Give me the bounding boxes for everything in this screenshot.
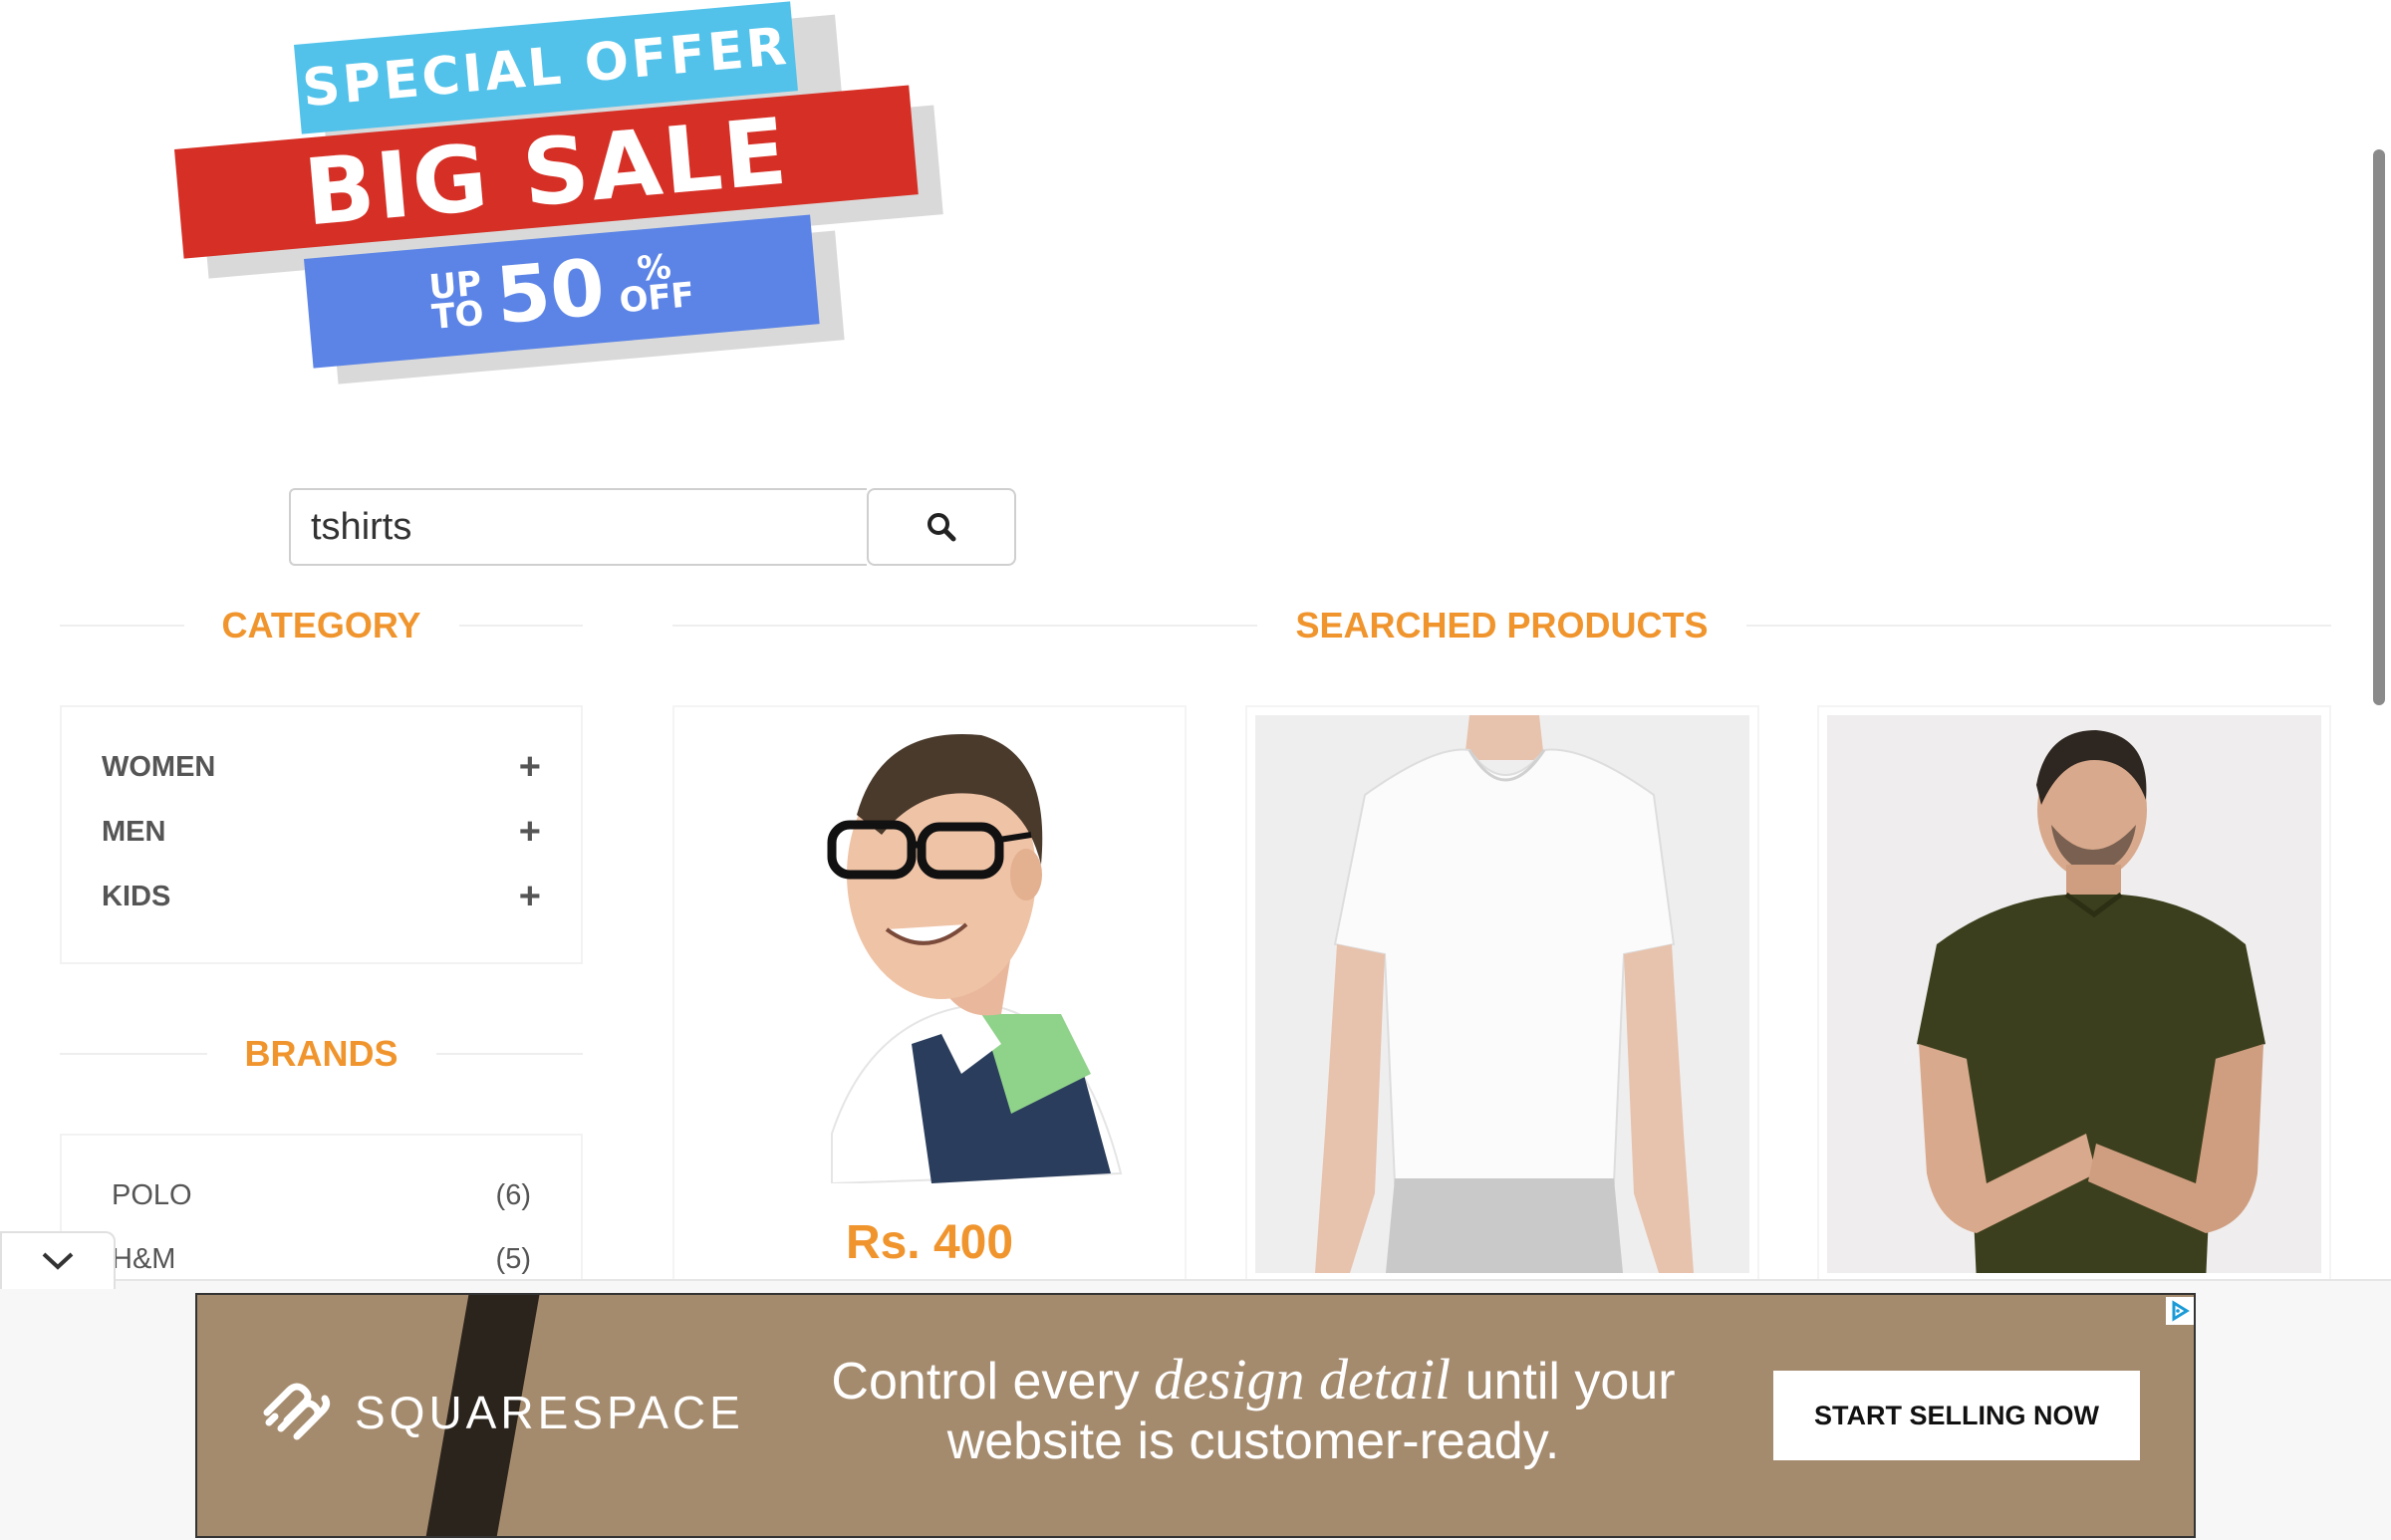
ad-collapse-button[interactable] — [0, 1231, 116, 1289]
brands-title: BRANDS — [244, 1033, 398, 1074]
divider — [60, 625, 184, 627]
ad-headline: Control every design detail until your w… — [755, 1350, 1751, 1471]
brand-label: POLO — [112, 1178, 192, 1211]
brand-label: H&M — [112, 1242, 176, 1275]
squarespace-ad[interactable]: SQUARESPACE Control every design detail … — [195, 1293, 2196, 1538]
brand-count: (5) — [495, 1242, 531, 1275]
ad-brand-name: SQUARESPACE — [355, 1387, 744, 1438]
squarespace-logo: SQUARESPACE — [259, 1383, 744, 1442]
category-heading: CATEGORY — [60, 598, 584, 653]
category-label: MEN — [102, 816, 166, 848]
product-card[interactable] — [1245, 705, 1759, 1283]
brand-item-polo[interactable]: POLO (6) — [62, 1163, 581, 1227]
search-icon — [928, 513, 956, 542]
divider — [1745, 625, 2332, 627]
ad-headline-line2: website is customer-ready. — [946, 1412, 1560, 1470]
divider — [458, 625, 584, 627]
expand-icon[interactable]: + — [519, 811, 541, 854]
divider — [60, 1053, 207, 1055]
off-text: OFF — [618, 275, 696, 322]
product-image[interactable] — [1255, 715, 1749, 1273]
category-item-women[interactable]: WOMEN + — [62, 735, 581, 800]
search-bar — [289, 488, 1016, 566]
headline-emphasis: design detail — [1154, 1347, 1452, 1412]
expand-icon[interactable]: + — [519, 876, 541, 918]
to-text: TO — [429, 293, 486, 338]
percent-off-label: % OFF — [616, 247, 696, 322]
divider — [672, 625, 1258, 627]
start-selling-button[interactable]: START SELLING NOW — [1773, 1371, 2140, 1460]
search-button[interactable] — [867, 488, 1016, 566]
olive-shirt-image — [1827, 715, 2321, 1273]
category-item-men[interactable]: MEN + — [62, 800, 581, 865]
headline-text: until your — [1451, 1353, 1676, 1411]
product-image[interactable] — [1827, 715, 2321, 1273]
discount-amount: 50 — [492, 243, 609, 343]
product-image[interactable] — [682, 715, 1177, 1273]
searched-products-title: SEARCHED PRODUCTS — [1295, 605, 1709, 645]
ad-headline-line1: Control every design detail until your — [755, 1350, 1751, 1412]
category-label: WOMEN — [102, 751, 216, 783]
search-input[interactable] — [289, 488, 867, 566]
expand-icon[interactable]: + — [519, 746, 541, 789]
headline-text: Control every — [831, 1353, 1155, 1411]
brand-count: (6) — [495, 1178, 531, 1211]
ad-info-icon — [2172, 1300, 2190, 1322]
man-glasses-image — [682, 715, 1177, 1185]
adchoices-icon[interactable] — [2166, 1297, 2194, 1325]
squarespace-logo-icon — [263, 1383, 331, 1440]
brands-heading: BRANDS — [60, 1026, 584, 1082]
product-card[interactable] — [1817, 705, 2331, 1283]
white-tshirt-image — [1255, 715, 1749, 1273]
promo-banner[interactable]: SPECIAL OFFER BIG SALE UP TO 50 % OFF — [159, 0, 956, 385]
page: SPECIAL OFFER BIG SALE UP TO 50 % OFF CA… — [0, 0, 2391, 1540]
chevron-down-icon — [42, 1252, 74, 1270]
category-panel: WOMEN + MEN + KIDS + — [60, 705, 583, 964]
scrollbar-thumb[interactable] — [2373, 149, 2385, 705]
category-item-kids[interactable]: KIDS + — [62, 865, 581, 929]
up-to-label: UP TO — [427, 264, 486, 338]
product-card[interactable]: Rs. 400 — [672, 705, 1187, 1283]
product-price: Rs. 400 — [845, 1216, 1014, 1269]
searched-products-heading: SEARCHED PRODUCTS — [672, 598, 2332, 653]
category-label: KIDS — [102, 881, 171, 912]
category-title: CATEGORY — [221, 605, 421, 645]
divider — [435, 1053, 584, 1055]
